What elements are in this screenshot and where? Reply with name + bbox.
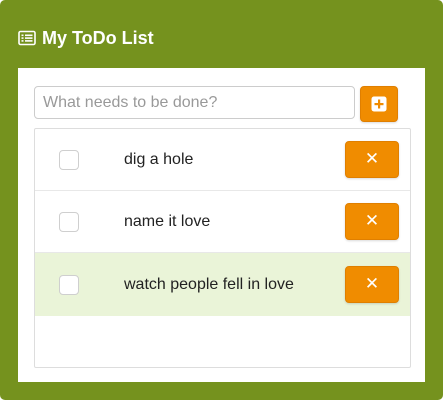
todo-list: dig a hole ✕ name it love ✕ watch people… <box>34 128 411 368</box>
todo-item: name it love ✕ <box>35 191 410 253</box>
delete-todo-button[interactable]: ✕ <box>345 140 399 178</box>
todo-text: name it love <box>124 212 211 230</box>
todo-item: dig a hole ✕ <box>35 129 410 191</box>
close-icon: ✕ <box>364 211 380 231</box>
close-icon: ✕ <box>364 274 380 294</box>
delete-todo-button[interactable]: ✕ <box>345 265 399 303</box>
close-icon: ✕ <box>364 149 380 169</box>
todo-panel: My ToDo List dig a hole ✕ <box>0 0 443 400</box>
todo-checkbox[interactable] <box>59 149 79 170</box>
panel-body: dig a hole ✕ name it love ✕ watch people… <box>18 68 425 382</box>
new-todo-input[interactable] <box>34 86 355 119</box>
list-icon <box>18 30 36 46</box>
todo-text: dig a hole <box>124 150 194 168</box>
add-todo-button[interactable] <box>360 86 398 122</box>
plus-square-icon <box>371 96 387 112</box>
panel-title: My ToDo List <box>42 27 154 48</box>
delete-todo-button[interactable]: ✕ <box>345 202 399 240</box>
todo-checkbox[interactable] <box>59 274 79 295</box>
add-todo-row <box>34 86 400 122</box>
todo-text: watch people fell in love <box>124 275 294 293</box>
panel-header: My ToDo List <box>18 26 154 50</box>
todo-checkbox[interactable] <box>59 211 79 232</box>
todo-item-highlighted: watch people fell in love ✕ <box>35 253 410 316</box>
